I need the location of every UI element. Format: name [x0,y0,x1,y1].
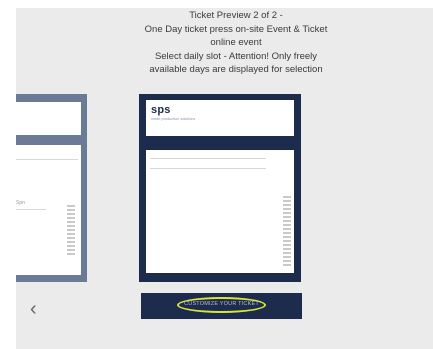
barcode [283,196,291,266]
previous-ticket-partial-text: Spn [16,200,25,206]
previous-ticket-preview[interactable]: Spn [16,94,87,282]
chevron-left-icon[interactable]: ‹ [30,299,44,319]
preview-title-line: Select daily slot - Attention! Only free… [154,50,318,62]
ticket-preview-panel: Ticket Preview 2 of 2 - One Day ticket p… [16,8,433,349]
sps-logo: sps [151,104,171,116]
divider [150,168,266,169]
preview-title: Ticket Preview 2 of 2 - One Day ticket p… [96,9,376,77]
preview-title-line: online event [210,37,262,49]
divider [150,158,266,159]
preview-title-line: Ticket Preview 2 of 2 - [189,10,283,21]
divider [16,159,78,160]
divider [16,209,46,210]
ticket-body [146,150,294,273]
previous-ticket-header [16,102,81,135]
preview-title-line: available days are displayed for selecti… [149,64,323,76]
ticket-preview: sps smart production solutions [139,94,301,282]
preview-title-line: One Day ticket press on-site Event & Tic… [144,23,328,35]
customize-ticket-button[interactable]: CUSTOMIZE YOUR TICKET [141,293,302,319]
customize-ticket-label: CUSTOMIZE YOUR TICKET [184,301,259,307]
logo-subtitle: smart production solutions [151,117,196,121]
ticket-header: sps smart production solutions [146,100,294,136]
barcode [67,205,75,255]
previous-ticket-body: Spn [16,145,81,275]
